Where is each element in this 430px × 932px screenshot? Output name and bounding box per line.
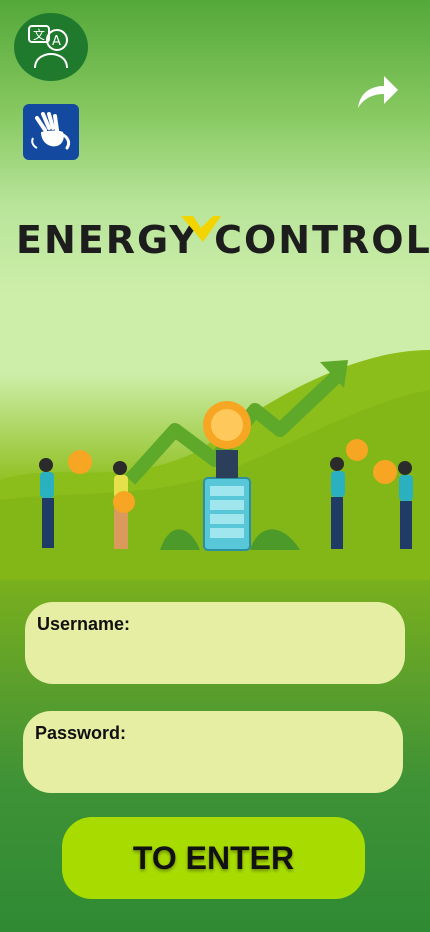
energy-illustration xyxy=(0,350,430,580)
logo-control: CONTROL xyxy=(214,218,430,262)
enter-button[interactable]: TO ENTER xyxy=(62,817,365,899)
svg-text:文: 文 xyxy=(33,27,45,42)
logo-energy: ENERGY xyxy=(16,218,199,262)
username-field[interactable]: Username: xyxy=(25,602,405,684)
translate-icon: 文 A xyxy=(28,25,68,69)
username-input[interactable] xyxy=(37,642,391,674)
password-label: Password: xyxy=(35,723,127,743)
password-field[interactable]: Password: xyxy=(23,711,403,793)
app-logo: ENERGY CONTROL xyxy=(16,210,430,270)
username-label: Username: xyxy=(37,614,131,634)
sign-language-button[interactable] xyxy=(23,104,79,160)
lightning-logo-icon xyxy=(181,216,221,242)
translate-button[interactable]: 文 A xyxy=(14,13,88,81)
sign-language-icon xyxy=(31,112,71,150)
share-icon xyxy=(358,76,398,108)
svg-text:A: A xyxy=(52,34,61,49)
password-input[interactable] xyxy=(35,751,389,783)
logo-text: ENERGY CONTROL xyxy=(16,218,430,262)
share-button[interactable] xyxy=(356,74,400,110)
